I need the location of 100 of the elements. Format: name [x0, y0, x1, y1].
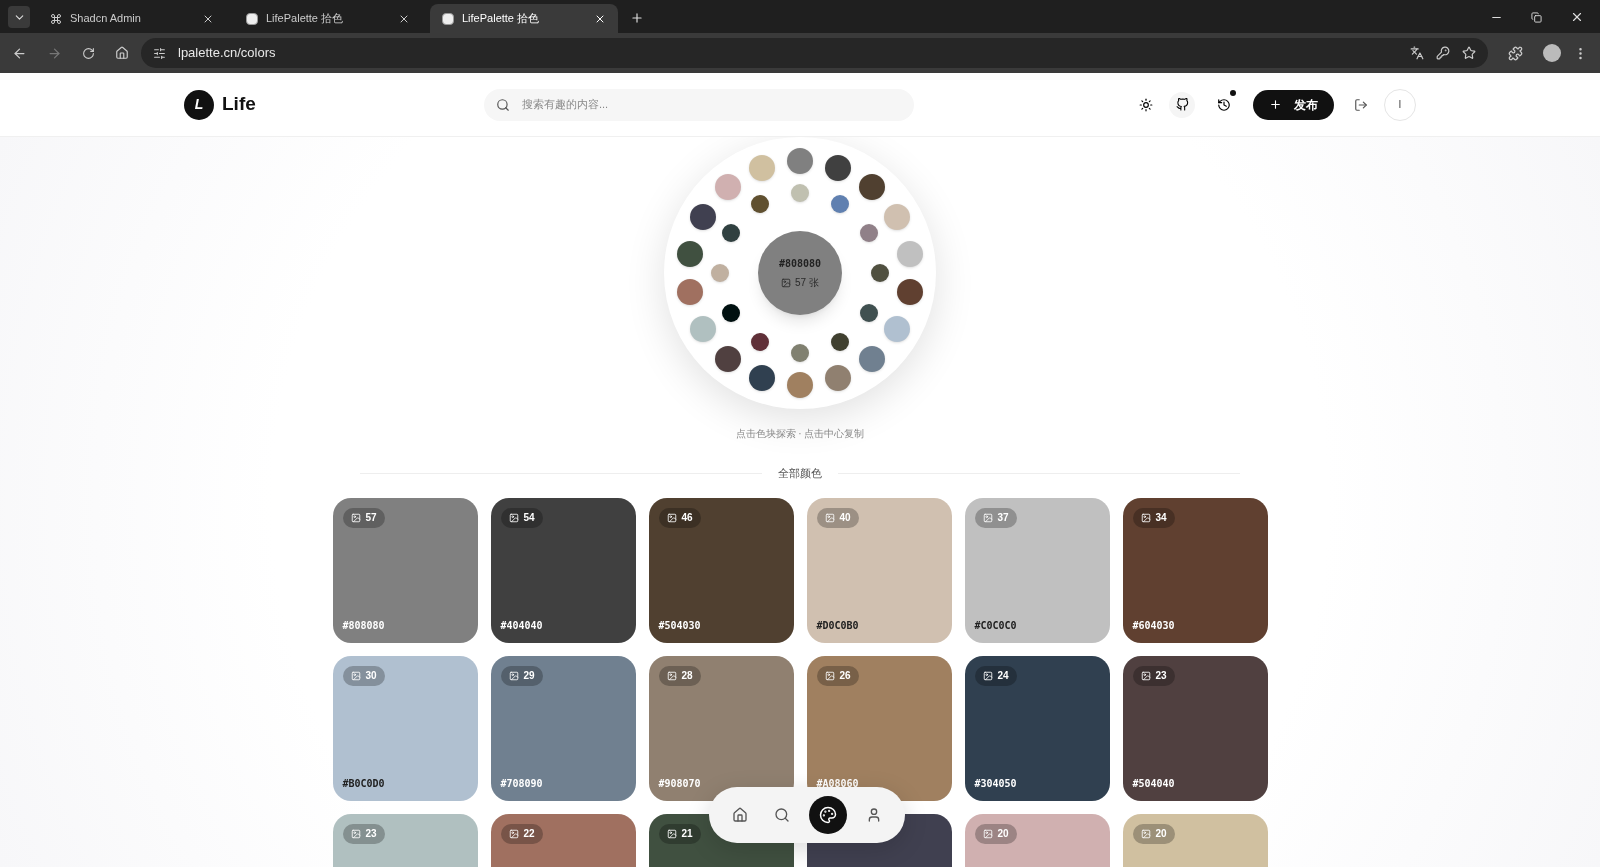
user-icon: [866, 807, 882, 823]
plus-icon: [1269, 98, 1282, 111]
count-badge: 20: [974, 823, 1017, 844]
palette-icon: [819, 806, 837, 824]
count-badge: 21: [658, 823, 701, 844]
center-swatch[interactable]: #808080 57 张: [758, 231, 842, 315]
color-card[interactable]: 26 #A08060: [806, 655, 952, 801]
hex-label: #404040: [500, 618, 544, 633]
home-icon: [732, 807, 748, 823]
browser-tab[interactable]: LifePalette 拾色: [234, 4, 422, 33]
star-icon[interactable]: [1462, 46, 1476, 60]
color-card[interactable]: 24 #304050: [964, 655, 1110, 801]
color-card[interactable]: 57 #808080: [332, 497, 478, 643]
color-card[interactable]: 54 #404040: [490, 497, 636, 643]
count-badge: 54: [500, 507, 543, 528]
search-icon: [496, 97, 510, 112]
search-field[interactable]: 搜索有趣的内容...: [484, 88, 914, 121]
image-icon: [1140, 512, 1151, 523]
color-card[interactable]: 46 #504030: [648, 497, 794, 643]
logout-icon[interactable]: [1354, 97, 1368, 112]
forward-icon[interactable]: [47, 45, 62, 61]
hex-label: #304050: [974, 776, 1018, 791]
color-card[interactable]: 23 #504040: [1122, 655, 1268, 801]
hex-label: #C0C0C0: [974, 618, 1018, 633]
palette-nav-button[interactable]: [809, 796, 847, 834]
hex-label: #504030: [658, 618, 702, 633]
search-icon: [774, 807, 790, 823]
tab-list-button[interactable]: [8, 6, 30, 28]
image-icon: [824, 670, 835, 681]
color-card[interactable]: 30 #B0C0D0: [332, 655, 478, 801]
image-icon: [781, 277, 792, 288]
image-icon: [666, 512, 677, 523]
image-icon: [1140, 828, 1151, 839]
image-icon: [508, 670, 519, 681]
command-icon: [50, 12, 62, 25]
count-badge: 34: [1132, 507, 1175, 528]
color-card[interactable]: 22: [490, 813, 636, 867]
count-badge: 20: [1132, 823, 1175, 844]
restore-icon[interactable]: [1531, 11, 1542, 23]
browser-tab[interactable]: LifePalette 拾色: [430, 4, 618, 33]
image-icon: [350, 670, 361, 681]
publish-button[interactable]: 发布: [1253, 89, 1334, 120]
count-badge: 30: [342, 665, 385, 686]
count-badge: 26: [816, 665, 859, 686]
color-card[interactable]: 29 #708090: [490, 655, 636, 801]
tab-title: Shadcn Admin: [70, 11, 142, 27]
color-card[interactable]: 34 #604030: [1122, 497, 1268, 643]
image-icon: [350, 828, 361, 839]
image-icon: [666, 828, 677, 839]
image-icon: [666, 670, 677, 681]
search-input[interactable]: 搜索有趣的内容...: [522, 96, 902, 113]
github-button[interactable]: [1169, 91, 1195, 118]
count-badge: 46: [658, 507, 701, 528]
image-icon: [982, 512, 993, 523]
key-icon[interactable]: [1436, 46, 1450, 60]
address-bar[interactable]: lpalette.cn/colors: [141, 38, 1488, 68]
image-icon: [350, 512, 361, 523]
hex-label: #604030: [1132, 618, 1176, 633]
extensions-icon[interactable]: [1508, 45, 1523, 61]
tab-title: LifePalette 拾色: [462, 11, 541, 27]
close-icon[interactable]: [1570, 10, 1584, 24]
center-hex: #808080: [778, 257, 822, 271]
count-badge: 22: [500, 823, 543, 844]
count-badge: 24: [974, 665, 1017, 686]
hex-label: #B0C0D0: [342, 776, 386, 791]
count-badge: 23: [342, 823, 385, 844]
github-icon: [1175, 98, 1189, 111]
center-count: 57 张: [795, 276, 819, 290]
image-icon: [982, 670, 993, 681]
brand-name[interactable]: Life: [222, 90, 256, 119]
count-badge: 29: [500, 665, 543, 686]
user-avatar[interactable]: I: [1384, 88, 1416, 121]
hex-label: #908070: [658, 776, 702, 791]
site-settings-icon[interactable]: [153, 46, 166, 60]
logo-badge[interactable]: L: [184, 89, 214, 120]
theme-icon[interactable]: [1139, 97, 1153, 112]
hex-label: #A08060: [816, 776, 860, 791]
translate-icon[interactable]: [1410, 46, 1424, 60]
image-icon: [508, 828, 519, 839]
count-badge: 37: [974, 507, 1017, 528]
home-icon[interactable]: [115, 46, 129, 60]
hex-label: #708090: [500, 776, 544, 791]
color-card[interactable]: 40 #D0C0B0: [806, 497, 952, 643]
count-badge: 57: [342, 507, 385, 528]
color-card[interactable]: 28 #908070: [648, 655, 794, 801]
reload-icon[interactable]: [82, 46, 95, 60]
back-icon[interactable]: [12, 45, 27, 61]
section-title: 全部颜色: [778, 466, 822, 481]
favicon-icon: [246, 12, 258, 25]
color-card[interactable]: 37 #C0C0C0: [964, 497, 1110, 643]
url-text: lpalette.cn/colors: [178, 44, 276, 63]
image-icon: [508, 512, 519, 523]
new-tab-icon[interactable]: [630, 11, 644, 25]
image-icon: [982, 828, 993, 839]
image-icon: [1140, 670, 1151, 681]
hex-label: #504040: [1132, 776, 1176, 791]
history-icon: [1217, 97, 1231, 112]
profile-avatar[interactable]: [1543, 44, 1561, 62]
hint-text: 点击色块探索 · 点击中心复制: [735, 427, 865, 441]
browser-tab[interactable]: Shadcn Admin: [38, 4, 226, 33]
